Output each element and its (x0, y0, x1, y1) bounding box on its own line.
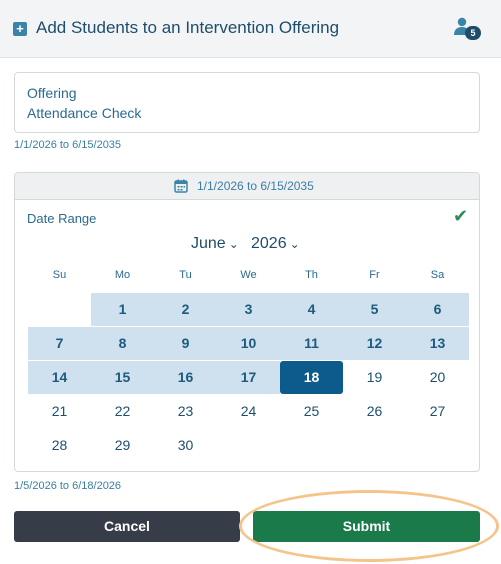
calendar-day[interactable]: 28 (28, 429, 91, 462)
dialog-title: Add Students to an Intervention Offering (36, 18, 340, 37)
calendar-day[interactable]: 11 (280, 327, 343, 360)
calendar-day[interactable]: 19 (343, 361, 406, 394)
calendar-day[interactable]: 7 (28, 327, 91, 360)
calendar-day-selected[interactable]: 18 (280, 361, 343, 394)
check-icon: ✔ (453, 206, 469, 226)
weekday-header: Sa (430, 269, 445, 281)
calendar-day[interactable]: 14 (28, 361, 91, 394)
calendar-day[interactable]: 21 (28, 395, 91, 428)
date-range-calendar: 1/1/2026 to 6/15/2035 Date Range ✔ June ⌄… (14, 172, 480, 472)
calendar-day[interactable]: 9 (154, 327, 217, 360)
calendar-day[interactable]: 13 (406, 327, 469, 360)
weekday-header: Mo (114, 269, 131, 281)
offering-field[interactable]: Offering Attendance Check (14, 72, 480, 133)
weekday-header: Th (305, 269, 318, 281)
month-value: June (191, 235, 226, 252)
calendar-day[interactable]: 1 (91, 293, 154, 326)
calendar-day[interactable]: 8 (91, 327, 154, 360)
calendar-day[interactable]: 24 (217, 395, 280, 428)
calendar-day[interactable]: 2 (154, 293, 217, 326)
calendar-day[interactable]: 6 (406, 293, 469, 326)
offering-date-range: 1/1/2026 to 6/15/2035 (14, 139, 122, 151)
calendar-bar-range: 1/1/2026 to 6/15/2035 (197, 179, 314, 193)
date-range-label: Date Range (27, 211, 97, 226)
month-select[interactable]: June ⌄ (191, 235, 239, 253)
calendar-day[interactable]: 20 (406, 361, 469, 394)
selected-date-range: 1/5/2026 to 6/18/2026 (14, 480, 122, 492)
calendar-range-bar[interactable]: 1/1/2026 to 6/15/2035 (15, 173, 479, 200)
calendar-day[interactable]: 15 (91, 361, 154, 394)
cancel-button[interactable]: Cancel (14, 511, 240, 542)
offering-value: Attendance Check (27, 105, 142, 121)
calendar-day[interactable]: 25 (280, 395, 343, 428)
offering-label: Offering (27, 85, 77, 101)
calendar-day[interactable]: 5 (343, 293, 406, 326)
students-icon[interactable]: 5 (452, 16, 482, 42)
calendar-day[interactable]: 30 (154, 429, 217, 462)
calendar-day[interactable]: 26 (343, 395, 406, 428)
calendar-day[interactable]: 27 (406, 395, 469, 428)
calendar-day[interactable]: 3 (217, 293, 280, 326)
calendar-icon (174, 179, 188, 193)
calendar-day[interactable]: 17 (217, 361, 280, 394)
calendar-day[interactable]: 23 (154, 395, 217, 428)
weekday-header: Su (52, 269, 67, 281)
calendar-day[interactable]: 16 (154, 361, 217, 394)
weekday-header: We (240, 269, 257, 281)
calendar-day[interactable]: 29 (91, 429, 154, 462)
add-icon: + (13, 22, 27, 36)
chevron-down-icon: ⌄ (289, 237, 300, 251)
weekday-header: Tu (179, 269, 192, 281)
dialog-header: + Add Students to an Intervention Offeri… (0, 0, 501, 58)
submit-highlight-ring (239, 490, 499, 562)
year-select[interactable]: 2026 ⌄ (251, 235, 300, 253)
chevron-down-icon: ⌄ (228, 237, 239, 251)
students-count-badge: 5 (465, 26, 481, 40)
weekday-header: Fr (369, 269, 380, 281)
year-value: 2026 (251, 235, 287, 252)
calendar-day[interactable]: 12 (343, 327, 406, 360)
calendar-day[interactable]: 22 (91, 395, 154, 428)
calendar-day[interactable]: 4 (280, 293, 343, 326)
calendar-day[interactable]: 10 (217, 327, 280, 360)
